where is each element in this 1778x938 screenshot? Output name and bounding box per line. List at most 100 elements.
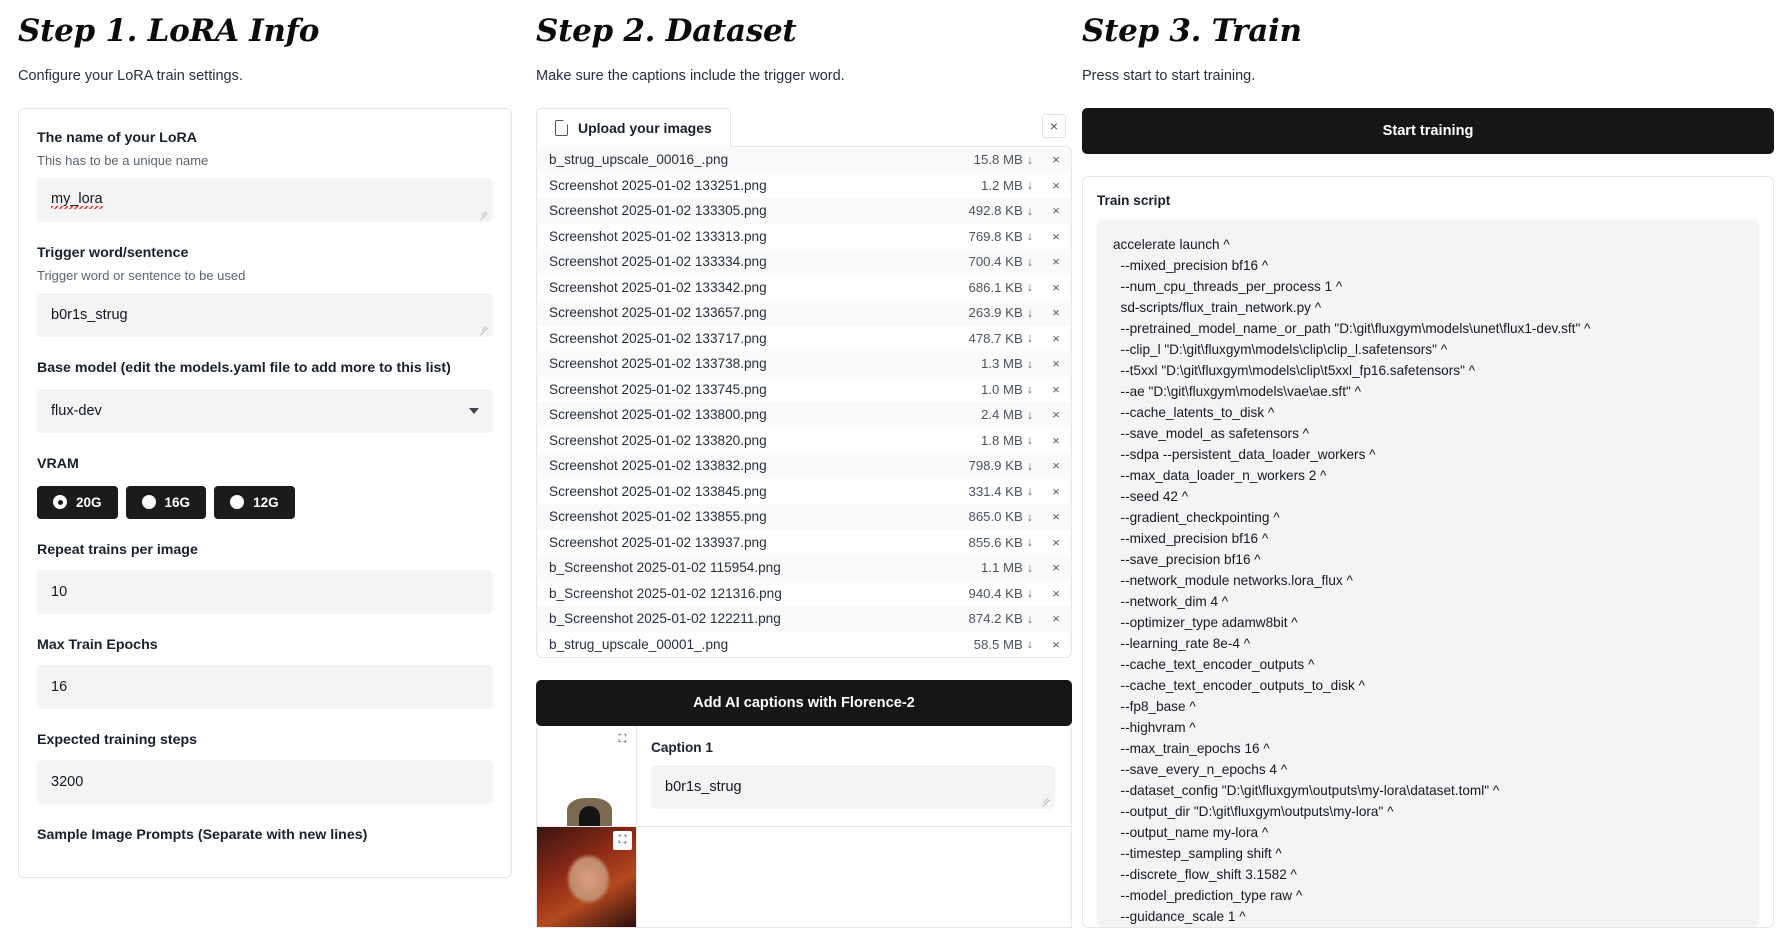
- florence-caption-button[interactable]: Add AI captions with Florence-2: [536, 680, 1072, 727]
- remove-file-icon[interactable]: ×: [1051, 331, 1061, 346]
- download-icon[interactable]: ↓: [1027, 459, 1033, 473]
- file-row[interactable]: Screenshot 2025-01-02 133334.png 700.4 KB…: [537, 249, 1071, 275]
- remove-file-icon[interactable]: ×: [1051, 305, 1061, 320]
- file-row[interactable]: b_Screenshot 2025-01-02 122211.png 874.2 …: [537, 606, 1071, 632]
- vram-option-12g[interactable]: 12G: [214, 485, 295, 519]
- download-icon[interactable]: ↓: [1027, 306, 1033, 320]
- remove-file-icon[interactable]: ×: [1051, 280, 1061, 295]
- trigger-word-input[interactable]: b0r1s_strug: [37, 293, 493, 338]
- close-upload-button[interactable]: ×: [1042, 114, 1066, 139]
- trigger-word-label: Trigger word/sentence: [37, 245, 189, 262]
- expand-icon[interactable]: ⛶: [613, 831, 632, 851]
- remove-file-icon[interactable]: ×: [1051, 586, 1061, 601]
- file-row[interactable]: Screenshot 2025-01-02 133845.png 331.4 KB…: [537, 479, 1071, 505]
- base-model-select[interactable]: flux-dev: [37, 388, 493, 433]
- file-size: 1.3 MB: [980, 356, 1023, 372]
- remove-file-icon[interactable]: ×: [1051, 458, 1061, 473]
- file-row[interactable]: Screenshot 2025-01-02 133820.png 1.8 MB ↓ ×: [537, 428, 1071, 454]
- resize-handle-icon[interactable]: [1040, 795, 1052, 807]
- file-row[interactable]: Screenshot 2025-01-02 133832.png 798.9 KB…: [537, 453, 1071, 479]
- remove-file-icon[interactable]: ×: [1051, 152, 1061, 167]
- file-row[interactable]: Screenshot 2025-01-02 133717.png 478.7 KB…: [537, 326, 1071, 352]
- download-icon[interactable]: ↓: [1027, 510, 1033, 524]
- train-script-label: Train script: [1097, 193, 1171, 209]
- download-icon[interactable]: ↓: [1027, 178, 1033, 192]
- download-icon[interactable]: ↓: [1027, 586, 1033, 600]
- step1-title: Step 1. LoRA Info: [18, 13, 320, 49]
- file-size: 1.0 MB: [980, 381, 1023, 397]
- file-row[interactable]: Screenshot 2025-01-02 133738.png 1.3 MB ↓ ×: [537, 351, 1071, 377]
- caption-thumbnail[interactable]: ⛶: [537, 827, 637, 928]
- file-size: 331.4 KB: [968, 483, 1023, 499]
- caption-input[interactable]: b0r1s_strug: [651, 765, 1055, 810]
- remove-file-icon[interactable]: ×: [1051, 407, 1061, 422]
- file-row[interactable]: Screenshot 2025-01-02 133800.png 2.4 MB ↓ ×: [537, 402, 1071, 428]
- file-row[interactable]: Screenshot 2025-01-02 133657.png 263.9 KB…: [537, 300, 1071, 326]
- fluxgym-app: Step 1. LoRA Info Configure your LoRA tr…: [0, 0, 1778, 938]
- download-icon[interactable]: ↓: [1027, 280, 1033, 294]
- lora-name-input[interactable]: my_lora: [37, 178, 493, 223]
- download-icon[interactable]: ↓: [1027, 204, 1033, 218]
- remove-file-icon[interactable]: ×: [1051, 203, 1061, 218]
- caption-thumbnail[interactable]: ⛶: [537, 726, 637, 827]
- vram-option-20g[interactable]: 20G: [37, 485, 118, 519]
- file-size: 478.7 KB: [968, 330, 1023, 346]
- download-icon[interactable]: ↓: [1027, 331, 1033, 345]
- file-row[interactable]: b_strug_upscale_00016_.png 15.8 MB ↓ ×: [537, 147, 1071, 173]
- remove-file-icon[interactable]: ×: [1051, 433, 1061, 448]
- file-row[interactable]: Screenshot 2025-01-02 133342.png 686.1 KB…: [537, 275, 1071, 301]
- remove-file-icon[interactable]: ×: [1051, 178, 1061, 193]
- max-epochs-input[interactable]: 16: [37, 665, 493, 710]
- download-icon[interactable]: ↓: [1027, 357, 1033, 371]
- remove-file-icon[interactable]: ×: [1051, 229, 1061, 244]
- file-row[interactable]: b_Screenshot 2025-01-02 115954.png 1.1 MB…: [537, 555, 1071, 581]
- remove-file-icon[interactable]: ×: [1051, 560, 1061, 575]
- train-script-content[interactable]: accelerate launch ^ --mixed_precision bf…: [1097, 220, 1759, 928]
- file-name: Screenshot 2025-01-02 133820.png: [549, 432, 767, 448]
- file-name: Screenshot 2025-01-02 133717.png: [549, 330, 767, 346]
- caption-row-2: ⛶: [536, 827, 1072, 929]
- download-icon[interactable]: ↓: [1027, 612, 1033, 626]
- download-icon[interactable]: ↓: [1027, 535, 1033, 549]
- file-row[interactable]: Screenshot 2025-01-02 133305.png 492.8 KB…: [537, 198, 1071, 224]
- file-row[interactable]: Screenshot 2025-01-02 133251.png 1.2 MB ↓ ×: [537, 173, 1071, 199]
- remove-file-icon[interactable]: ×: [1051, 535, 1061, 550]
- upload-images-button[interactable]: Upload your images: [536, 108, 731, 148]
- uploaded-file-list: b_strug_upscale_00016_.png 15.8 MB ↓ × Scree…: [536, 146, 1072, 659]
- resize-handle-icon[interactable]: [478, 208, 490, 220]
- expand-icon[interactable]: ⛶: [613, 730, 632, 750]
- download-icon[interactable]: ↓: [1027, 484, 1033, 498]
- resize-handle-icon[interactable]: [478, 323, 490, 335]
- repeat-trains-input[interactable]: 10: [37, 569, 493, 614]
- remove-file-icon[interactable]: ×: [1051, 356, 1061, 371]
- file-row[interactable]: Screenshot 2025-01-02 133855.png 865.0 KB…: [537, 504, 1071, 530]
- file-name: Screenshot 2025-01-02 133334.png: [549, 254, 767, 270]
- download-icon[interactable]: ↓: [1027, 255, 1033, 269]
- download-icon[interactable]: ↓: [1027, 382, 1033, 396]
- file-row[interactable]: Screenshot 2025-01-02 133937.png 855.6 KB…: [537, 530, 1071, 556]
- remove-file-icon[interactable]: ×: [1051, 637, 1061, 652]
- vram-option-16g[interactable]: 16G: [125, 485, 207, 519]
- chevron-down-icon[interactable]: [469, 407, 479, 414]
- file-size: 2.4 MB: [980, 407, 1023, 423]
- file-name: Screenshot 2025-01-02 133937.png: [549, 534, 767, 550]
- remove-file-icon[interactable]: ×: [1051, 254, 1061, 269]
- remove-file-icon[interactable]: ×: [1051, 484, 1061, 499]
- remove-file-icon[interactable]: ×: [1051, 509, 1061, 524]
- file-name: b_Screenshot 2025-01-02 121316.png: [549, 585, 782, 601]
- radio-unselected-icon: [141, 495, 156, 510]
- expected-steps-input[interactable]: 3200: [37, 760, 493, 805]
- download-icon[interactable]: ↓: [1027, 433, 1033, 447]
- download-icon[interactable]: ↓: [1027, 637, 1033, 651]
- file-row[interactable]: Screenshot 2025-01-02 133745.png 1.0 MB ↓ ×: [537, 377, 1071, 403]
- file-row[interactable]: Screenshot 2025-01-02 133313.png 769.8 KB…: [537, 224, 1071, 250]
- download-icon[interactable]: ↓: [1027, 561, 1033, 575]
- file-row[interactable]: b_Screenshot 2025-01-02 121316.png 940.4 …: [537, 581, 1071, 607]
- download-icon[interactable]: ↓: [1027, 153, 1033, 167]
- file-row[interactable]: b_strug_upscale_00001_.png 58.5 MB ↓ ×: [537, 632, 1071, 658]
- start-training-button[interactable]: Start training: [1082, 108, 1774, 155]
- remove-file-icon[interactable]: ×: [1051, 382, 1061, 397]
- download-icon[interactable]: ↓: [1027, 408, 1033, 422]
- download-icon[interactable]: ↓: [1027, 229, 1033, 243]
- remove-file-icon[interactable]: ×: [1051, 611, 1061, 626]
